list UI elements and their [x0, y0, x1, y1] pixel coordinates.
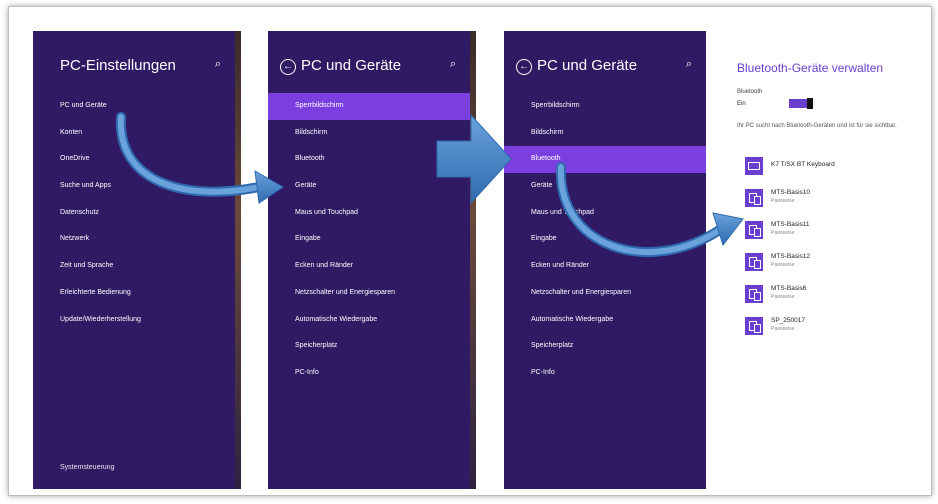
menu-item-4[interactable]: Maus und Touchpad: [268, 200, 470, 227]
menu-item-3[interactable]: Geräte: [504, 173, 706, 200]
device-list: K7 T/SX BT Keyboard MTS-Basis10 Paarweise M…: [745, 153, 935, 345]
device-status: Paarweise: [771, 326, 795, 332]
menu-item-0[interactable]: PC und Geräte: [33, 93, 235, 120]
pc-devices-menu: Sperrbildschirm Bildschirm Bluetooth Geräte…: [268, 93, 470, 387]
device-name: MTS-Basis6: [771, 285, 807, 292]
device-status: Paarweise: [771, 198, 795, 204]
menu-item-4[interactable]: Maus und Touchpad: [504, 200, 706, 227]
bluetooth-title: Bluetooth-Geräte verwalten: [737, 61, 884, 75]
menu-item-5[interactable]: Netzwerk: [33, 226, 235, 253]
device-item[interactable]: MTS-Basis10 Paarweise: [745, 185, 935, 217]
bluetooth-toggle-label: Bluetooth: [737, 89, 763, 95]
menu-item-6[interactable]: Zeit und Sprache: [33, 253, 235, 280]
menu-item-2[interactable]: OneDrive: [33, 146, 235, 173]
back-arrow-icon[interactable]: ←: [516, 59, 532, 75]
search-icon[interactable]: ⌕: [215, 58, 221, 71]
menu-item-7[interactable]: Netzschalter und Energiesparen: [504, 280, 706, 307]
bluetooth-toggle[interactable]: [789, 98, 813, 109]
device-icon: [745, 317, 763, 335]
device-item[interactable]: MTS-Basis11 Paarweise: [745, 217, 935, 249]
menu-item-4[interactable]: Datenschutz: [33, 200, 235, 227]
pc-devices-panel: ← PC und Geräte ⌕ Sperrbildschirm Bildschi…: [268, 31, 470, 489]
menu-item-5[interactable]: Eingabe: [268, 226, 470, 253]
menu-item-0[interactable]: Sperrbildschirm: [504, 93, 706, 120]
keyboard-icon: [745, 157, 763, 175]
menu-item-7[interactable]: Netzschalter und Energiesparen: [268, 280, 470, 307]
menu-item-6[interactable]: Ecken und Ränder: [504, 253, 706, 280]
menu-item-10[interactable]: PC-Info: [504, 360, 706, 387]
panel-title: PC und Geräte: [301, 57, 402, 74]
pc-devices-panel-bluetooth: ← PC und Geräte ⌕ Sperrbildschirm Bildschi…: [504, 31, 706, 489]
menu-item-2[interactable]: Bluetooth: [504, 146, 706, 174]
device-item[interactable]: SP_250017 Paarweise: [745, 313, 935, 345]
menu-item-7[interactable]: Erleichterte Bedienung: [33, 280, 235, 307]
background-strip: [235, 31, 241, 489]
panel-title: PC und Geräte: [537, 57, 638, 74]
menu-item-1[interactable]: Konten: [33, 120, 235, 147]
panel-title: PC-Einstellungen: [60, 57, 176, 74]
device-icon: [745, 189, 763, 207]
bluetooth-settings: Bluetooth-Geräte verwalten Bluetooth Ein…: [737, 31, 937, 471]
device-status: Paarweise: [771, 262, 795, 268]
device-item[interactable]: K7 T/SX BT Keyboard: [745, 153, 935, 185]
menu-item-5[interactable]: Eingabe: [504, 226, 706, 253]
menu-item-3[interactable]: Suche und Apps: [33, 173, 235, 200]
menu-item-1[interactable]: Bildschirm: [504, 120, 706, 147]
device-name: MTS-Basis12: [771, 253, 811, 260]
menu-item-0[interactable]: Sperrbildschirm: [268, 93, 470, 120]
background-strip: [470, 31, 476, 489]
menu-item-10[interactable]: PC-Info: [268, 360, 470, 387]
device-icon: [745, 253, 763, 271]
search-icon[interactable]: ⌕: [450, 58, 456, 71]
device-icon: [745, 285, 763, 303]
menu-item-6[interactable]: Ecken und Ränder: [268, 253, 470, 280]
menu-item-9[interactable]: Speicherplatz: [504, 333, 706, 360]
toggle-knob[interactable]: [807, 98, 813, 109]
settings-menu: PC und Geräte Konten OneDrive Suche und App…: [33, 93, 235, 333]
device-name: SP_250017: [771, 317, 805, 324]
device-item[interactable]: MTS-Basis6 Paarweise: [745, 281, 935, 313]
device-name: MTS-Basis11: [771, 221, 810, 228]
control-panel-link[interactable]: Systemsteuerung: [60, 464, 114, 471]
device-icon: [745, 221, 763, 239]
device-item[interactable]: MTS-Basis12 Paarweise: [745, 249, 935, 281]
device-status: Paarweise: [771, 294, 795, 300]
bluetooth-description: Ihr PC sucht nach Bluetooth-Geräten und …: [737, 123, 897, 129]
menu-item-8[interactable]: Automatische Wiedergabe: [268, 307, 470, 334]
bluetooth-toggle-state: Ein: [737, 101, 746, 107]
search-icon[interactable]: ⌕: [686, 58, 692, 71]
settings-panel-main: PC-Einstellungen ⌕ PC und Geräte Konten On…: [33, 31, 235, 489]
menu-item-8[interactable]: Automatische Wiedergabe: [504, 307, 706, 334]
menu-item-8[interactable]: Update/Wiederherstellung: [33, 307, 235, 334]
back-arrow-icon[interactable]: ←: [280, 59, 296, 75]
device-name: K7 T/SX BT Keyboard: [771, 161, 835, 168]
screenshot-frame: PC-Einstellungen ⌕ PC und Geräte Konten On…: [8, 6, 932, 496]
menu-item-9[interactable]: Speicherplatz: [268, 333, 470, 360]
menu-item-2[interactable]: Bluetooth: [268, 146, 470, 173]
device-status: Paarweise: [771, 230, 795, 236]
menu-item-3[interactable]: Geräte: [268, 173, 470, 200]
device-name: MTS-Basis10: [771, 189, 811, 196]
pc-devices-menu: Sperrbildschirm Bildschirm Bluetooth Geräte…: [504, 93, 706, 387]
menu-item-1[interactable]: Bildschirm: [268, 120, 470, 147]
